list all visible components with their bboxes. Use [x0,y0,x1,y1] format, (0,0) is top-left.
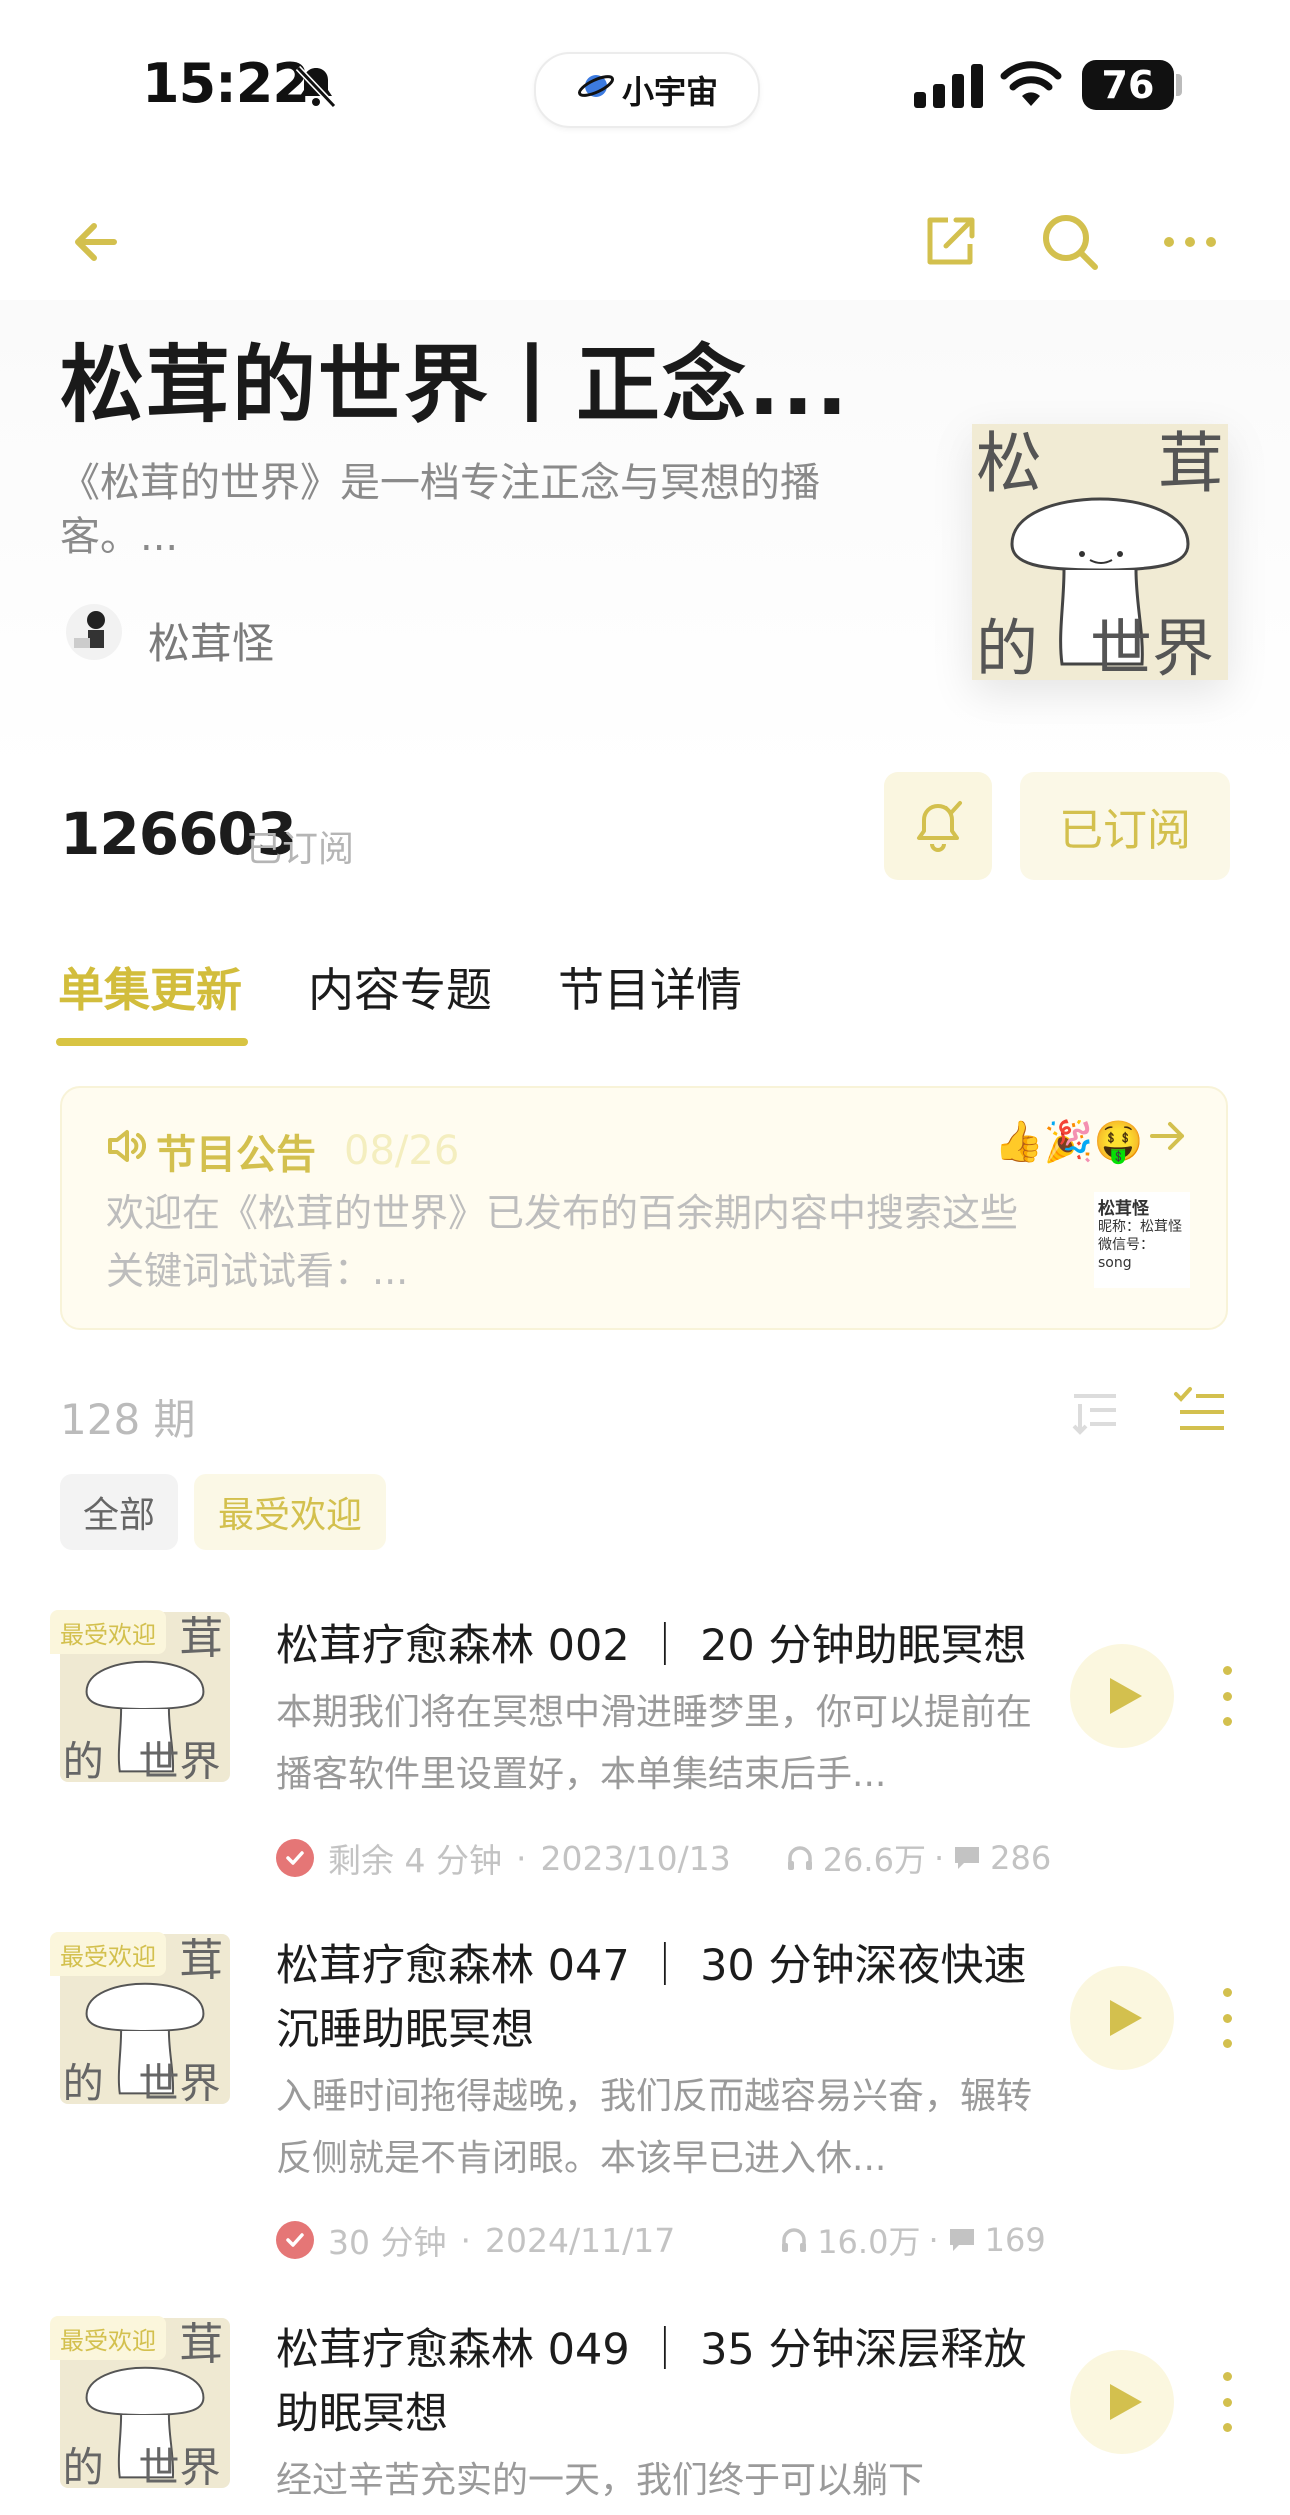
app-pill-label: 小宇宙 [621,73,718,111]
arrow-right-icon[interactable] [1148,1116,1188,1167]
play-icon [1110,1678,1142,1714]
episode-more-icon[interactable] [1212,2372,1242,2432]
headphones-icon [787,1846,812,1870]
status-time: 15:22 [142,52,310,115]
meta-separator: · [933,1839,945,1877]
episode-comments: 286 [990,1839,1052,1877]
author-avatar[interactable] [66,604,122,660]
ep-cover-text-4: 世界 [138,2443,220,2488]
signal-icon [914,64,984,112]
filter-list-icon[interactable] [1172,1384,1228,1444]
episode-title[interactable]: 松茸疗愈森林 002 ｜ 20 分钟助眠冥想 [276,1614,1046,1678]
announcement-body: 欢迎在《松茸的世界》已发布的百余期内容中搜索这些关键词试试看：... [106,1191,1019,1293]
episode-count: 128 期 [60,1395,196,1444]
filter-chip-all[interactable]: 全部 [60,1474,178,1550]
author-name[interactable]: 松茸怪 [148,610,274,671]
wifi-icon [1000,60,1062,112]
popular-badge: 最受欢迎 [50,1610,166,1654]
play-button[interactable] [1070,1966,1174,2070]
episode-plays: 16.0万 [817,2223,921,2261]
subscriber-label: 已订阅 [246,829,355,870]
cover-text-1: 松 [976,425,1042,502]
episode-duration: 剩余 4 分钟 [328,1841,502,1880]
meta-separator: · [928,2221,939,2259]
meta-separator: · [515,1838,527,1878]
episode-more-icon[interactable] [1212,1988,1242,2048]
ep-cover-text-2: 茸 [180,1613,224,1664]
episode-meta: 30 分钟 · 2024/11/17 16.0万 · 169 [276,2216,1046,2264]
cover-text-3: 的 [976,612,1038,680]
announcement-title: 节目公告 [156,1132,316,1178]
comment-icon [949,2229,974,2251]
cover-text-4: 世界 [1090,612,1214,680]
episode-description: 经过辛苦充实的一天，我们终于可以躺下 [276,2460,925,2501]
ep-cover-text-3: 的 [63,1737,104,1782]
podcast-description[interactable]: 《松茸的世界》是一档专注正念与冥想的播客。... [60,456,840,564]
episode-stats: 26.6万 · 286 [785,1835,1052,1881]
ep-cover-text-4: 世界 [138,1737,220,1782]
episode-date: 2024/11/17 [484,2220,676,2260]
play-button[interactable] [1070,2350,1174,2454]
played-check-icon [276,2221,314,2259]
thumb-line-3: 微信号：song [1098,1237,1154,1271]
app-pill[interactable]: 小宇宙 [534,52,760,128]
thumb-line-1: 松茸怪 [1098,1199,1149,1219]
ep-cover-text-2: 茸 [180,1935,224,1986]
episode-duration: 30 分钟 [328,2223,447,2262]
sort-icon[interactable] [1068,1386,1122,1444]
podcast-title: 松茸的世界丨正念... [60,336,850,434]
bell-off-icon [292,62,340,110]
update-reminder-button[interactable] [884,772,992,880]
meta-separator: · [460,2220,471,2260]
announcement-header: 节目公告 08/26 [106,1122,459,1180]
episode-comments: 169 [984,2221,1046,2259]
episode-meta: 剩余 4 分钟 · 2023/10/13 26.6万 · 286 [276,1834,1051,1882]
planet-icon [576,66,616,114]
played-check-icon [276,1839,314,1877]
ep-cover-text-4: 世界 [138,2059,220,2104]
announcement-emojis: 👍🎉🤑 [994,1119,1144,1165]
share-icon[interactable] [914,206,986,278]
tab-topics[interactable]: 内容专题 [308,954,492,1020]
episode-description: 本期我们将在冥想中滑进睡梦里，你可以提前在播客软件里设置好，本单集结束后手... [276,1692,1033,1795]
play-icon [1110,2000,1142,2036]
filter-chip-popular[interactable]: 最受欢迎 [194,1474,386,1550]
podcast-cover: 松 茸 的 世界 [972,424,1228,680]
thumb-line-2: 昵称：松茸怪 [1098,1219,1182,1235]
tab-episodes[interactable]: 单集更新 [58,954,242,1020]
comment-icon [955,1847,980,1869]
more-icon[interactable] [1154,206,1226,278]
play-button[interactable] [1070,1644,1174,1748]
tab-underline [56,1038,248,1046]
ep-cover-text-3: 的 [63,2059,104,2104]
battery-level: 76 [1082,60,1174,110]
announcement-card[interactable]: 节目公告 08/26 👍🎉🤑 欢迎在《松茸的世界》已发布的百余期内容中搜索这些关… [60,1086,1228,1330]
episode-plays: 26.6万 [822,1841,926,1879]
ep-cover-text-2: 茸 [180,2319,224,2370]
popular-badge: 最受欢迎 [50,2316,166,2360]
battery-cap [1176,74,1182,96]
search-icon[interactable] [1034,206,1106,278]
episode-date: 2023/10/13 [540,1838,731,1878]
episode-title[interactable]: 松茸疗愈森林 049 ｜ 35 分钟深层释放助眠冥想 [276,2318,1046,2446]
announcement-date: 08/26 [344,1128,460,1174]
bell-check-icon [917,801,962,852]
tab-details[interactable]: 节目详情 [558,954,742,1020]
announcement-thumbnail: 松茸怪 昵称：松茸怪 微信号：song [1094,1192,1190,1288]
back-arrow-icon[interactable] [60,206,132,278]
cover-text-2: 茸 [1158,425,1224,502]
headphones-icon [782,2228,807,2252]
speaker-icon [106,1128,146,1174]
subscribed-button[interactable]: 已订阅 [1020,772,1230,880]
play-icon [1110,2384,1142,2420]
episode-description: 入睡时间拖得越晚，我们反而越容易兴奋，辗转反侧就是不肯闭眼。本该早已进入休... [276,2076,1033,2179]
episode-more-icon[interactable] [1212,1666,1242,1726]
ep-cover-text-3: 的 [63,2443,104,2488]
popular-badge: 最受欢迎 [50,1932,166,1976]
episode-stats: 16.0万 · 169 [779,2217,1046,2263]
episode-title[interactable]: 松茸疗愈森林 047 ｜ 30 分钟深夜快速沉睡助眠冥想 [276,1934,1046,2062]
